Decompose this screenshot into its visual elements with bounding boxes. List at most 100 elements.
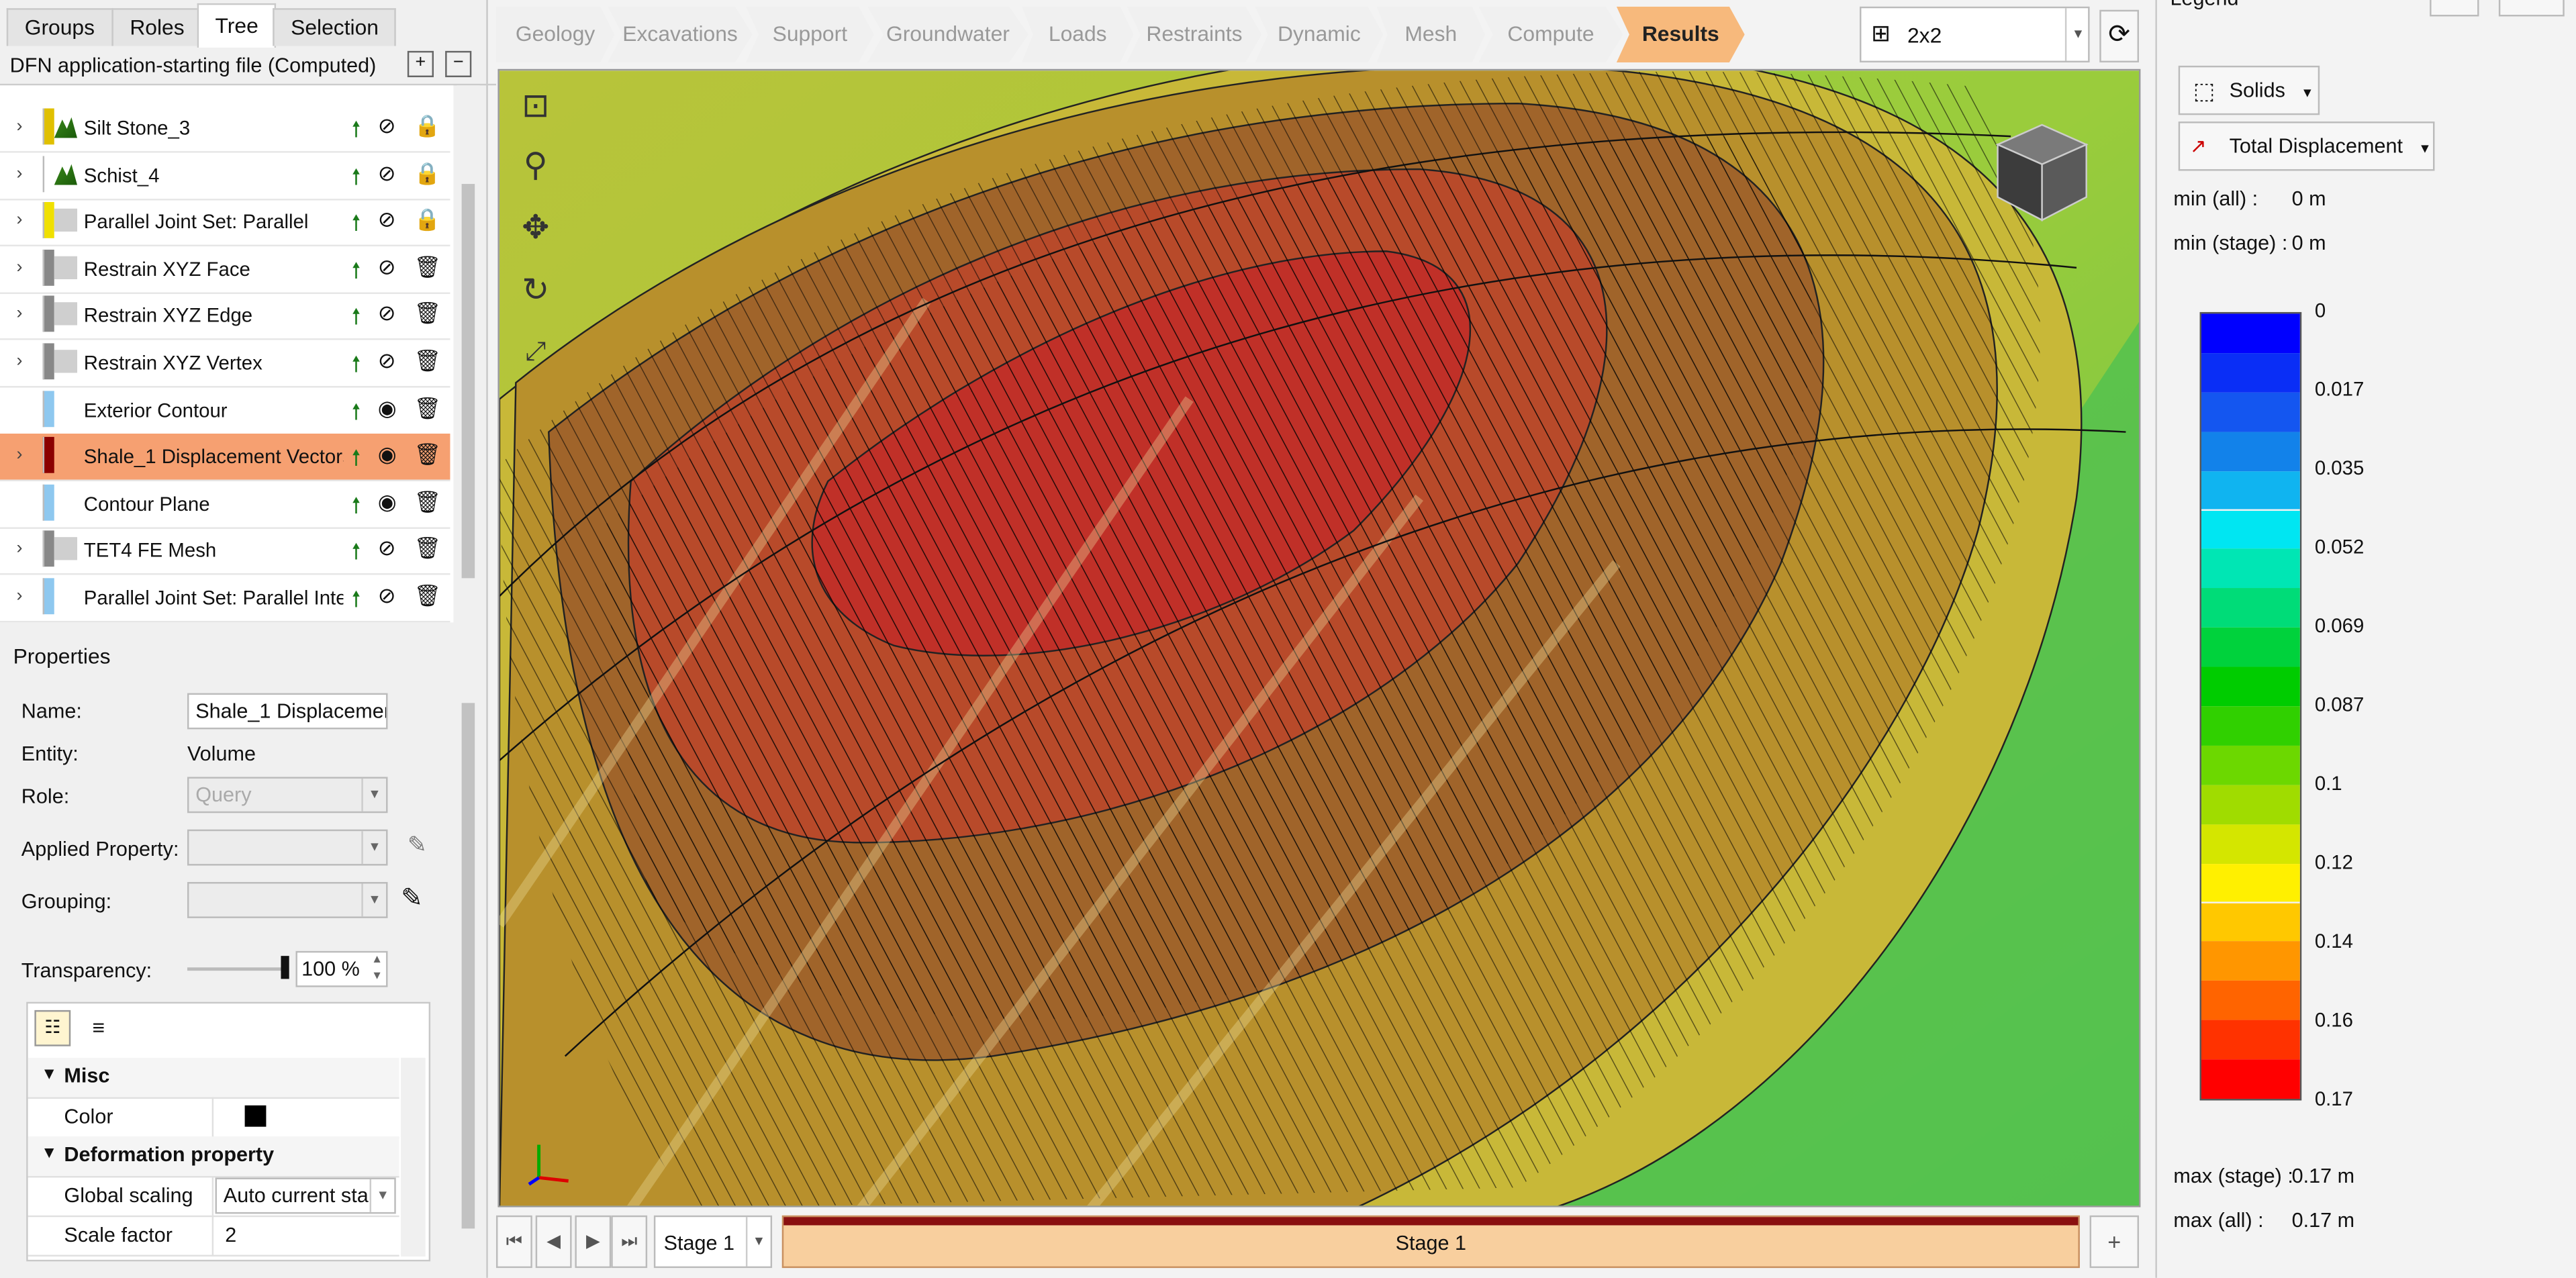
trash-icon[interactable]: 🗑 [414,536,441,562]
name-field[interactable]: Shale_1 Displacemen [187,693,388,730]
tree-item[interactable]: › Shale_1 Displacement Vectors 🠕 ◉ 🗑 [0,434,450,482]
eye-icon[interactable]: ◉ [378,395,397,422]
last-stage-button[interactable]: ⏭ [611,1215,648,1269]
edit-pencil-icon[interactable]: ✎ [401,882,423,915]
tree-item[interactable]: › Silt Stone_3 🠕 ⊘ 🔒 [0,105,450,153]
eye-hidden-icon[interactable]: ⊘ [378,583,396,609]
expand-arrow-icon[interactable]: › [16,211,22,230]
next-stage-button[interactable]: ▶ [575,1215,612,1269]
grouping-select[interactable]: ▼ [187,882,388,918]
eye-hidden-icon[interactable]: ⊘ [378,113,396,140]
expand-arrow-icon[interactable]: › [16,117,22,136]
stage-tab-loads[interactable]: Loads [1022,6,1134,62]
stage-tab-geology[interactable]: Geology [495,6,615,62]
prev-stage-button[interactable]: ◀ [535,1215,572,1269]
trash-icon[interactable]: 🗑 [414,348,441,375]
eye-icon[interactable]: ◉ [378,442,397,469]
lock-icon[interactable]: 🔒 [414,207,441,234]
fit-extents-icon[interactable]: ⤢ [516,334,555,373]
tab-selection[interactable]: Selection [273,8,397,46]
tree-item[interactable]: Contour Plane 🠕 ◉ 🗑 [0,481,450,529]
refresh-button[interactable]: ⟳ [2099,9,2139,62]
tree-item[interactable]: Exterior Contour 🠕 ◉ 🗑 [0,387,450,435]
activate-arrow-icon[interactable]: 🠕 [352,585,361,621]
category-deformation[interactable]: ▼ Deformation property [28,1136,399,1178]
lock-icon[interactable]: 🔒 [414,160,441,187]
layout-select[interactable]: ⊞ 2x2 ▼ [1860,6,2090,62]
expand-arrow-icon[interactable]: › [16,540,22,559]
first-stage-button[interactable]: ⏮ [495,1215,532,1269]
categorized-view-icon[interactable]: ☷ [34,1010,71,1046]
stage-tab-compute[interactable]: Compute [1478,6,1623,62]
spin-arrows-icon[interactable]: ▲ ▼ [371,952,383,985]
zoom-icon[interactable]: ⚲ [516,146,555,186]
stage-tab-groundwater[interactable]: Groundwater [867,6,1029,62]
trash-icon[interactable]: 🗑 [414,489,441,515]
trash-icon[interactable]: 🗑 [414,583,441,609]
edit-pencil-icon[interactable]: ✎ [408,831,427,859]
activate-arrow-icon[interactable]: 🠕 [352,209,361,245]
tab-roles[interactable]: Roles [111,8,203,46]
global-scaling-select[interactable]: Auto current sta ▼ [215,1177,396,1214]
activate-arrow-icon[interactable]: 🠕 [352,162,361,198]
activate-arrow-icon[interactable]: 🠕 [352,115,361,151]
activate-arrow-icon[interactable]: 🠕 [352,256,361,292]
tree-item[interactable]: › Parallel Joint Set: Parallel Interfa 🠕 ⊘ 🗑 [0,575,450,623]
role-select[interactable]: Query ▼ [187,777,388,814]
pan-icon[interactable]: ✥ [516,209,555,248]
expand-arrow-icon[interactable]: › [16,446,22,465]
view-cube-icon[interactable] [1985,118,2099,233]
activate-arrow-icon[interactable]: 🠕 [352,538,361,574]
stage-tab-results[interactable]: Results [1616,6,1745,62]
color-swatch[interactable] [244,1105,267,1127]
grid-scrollbar[interactable] [401,1057,426,1257]
tree-scrollbar[interactable] [457,85,480,623]
category-misc[interactable]: ▼ Misc [28,1057,399,1099]
trash-icon[interactable]: 🗑 [414,301,441,328]
transparency-slider[interactable] [187,967,286,971]
3d-viewport[interactable]: ⊡ ⚲ ✥ ↻ ⤢ [497,68,2141,1208]
eye-hidden-icon[interactable]: ⊘ [378,254,396,281]
tree-item[interactable]: › Restrain XYZ Edge 🠕 ⊘ 🗑 [0,293,450,341]
transparency-slider-thumb[interactable] [281,956,289,979]
eye-hidden-icon[interactable]: ⊘ [378,348,396,375]
tree-item[interactable]: › TET4 FE Mesh 🠕 ⊘ 🗑 [0,528,450,576]
expand-arrow-icon[interactable]: › [16,258,22,277]
trash-icon[interactable]: 🗑 [414,395,441,422]
stage-tab-support[interactable]: Support [745,6,874,62]
expand-arrow-icon[interactable]: › [16,305,22,324]
eye-icon[interactable]: ◉ [378,489,397,515]
activate-arrow-icon[interactable]: 🠕 [352,303,361,339]
add-stage-button[interactable]: + [2089,1215,2139,1269]
tree-item[interactable]: › Restrain XYZ Face 🠕 ⊘ 🗑 [0,246,450,294]
list-view-icon[interactable]: ≡ [81,1010,117,1046]
stage-select[interactable]: Stage 1 ▼ [653,1215,773,1269]
applied-property-select[interactable]: ▼ [187,829,388,866]
stage-tab-dynamic[interactable]: Dynamic [1255,6,1384,62]
tree-item[interactable]: › Schist_4 🠕 ⊘ 🔒 [0,152,450,200]
expand-arrow-icon[interactable]: › [16,587,22,606]
tree-item[interactable]: › Parallel Joint Set: Parallel 🠕 ⊘ 🔒 [0,199,450,247]
activate-arrow-icon[interactable]: 🠕 [352,397,361,433]
expand-all-icon[interactable]: + [407,50,434,78]
zoom-window-icon[interactable]: ⊡ [516,87,555,127]
properties-scrollbar[interactable] [457,673,480,1269]
stage-tab-mesh[interactable]: Mesh [1376,6,1486,62]
tree-item[interactable]: › Restrain XYZ Vertex 🠕 ⊘ 🗑 [0,340,450,388]
stage-tab-restraints[interactable]: Restraints [1127,6,1262,62]
expand-arrow-icon[interactable]: › [16,164,22,183]
lock-icon[interactable]: 🔒 [414,113,441,140]
scale-factor-value[interactable]: 2 [225,1224,236,1246]
eye-hidden-icon[interactable]: ⊘ [378,207,396,234]
eye-hidden-icon[interactable]: ⊘ [378,160,396,187]
activate-arrow-icon[interactable]: 🠕 [352,350,361,386]
expand-arrow-icon[interactable]: › [16,352,22,371]
trash-icon[interactable]: 🗑 [414,442,441,469]
tab-groups[interactable]: Groups [6,8,113,46]
trash-icon[interactable]: 🗑 [414,254,441,281]
transparency-spinbox[interactable]: 100 % ▲ ▼ [295,950,388,987]
stage-tab-excavations[interactable]: Excavations [608,6,753,62]
eye-hidden-icon[interactable]: ⊘ [378,536,396,562]
rotate-icon[interactable]: ↻ [516,271,555,311]
stage-timeline[interactable]: Stage 1 [781,1215,2080,1269]
